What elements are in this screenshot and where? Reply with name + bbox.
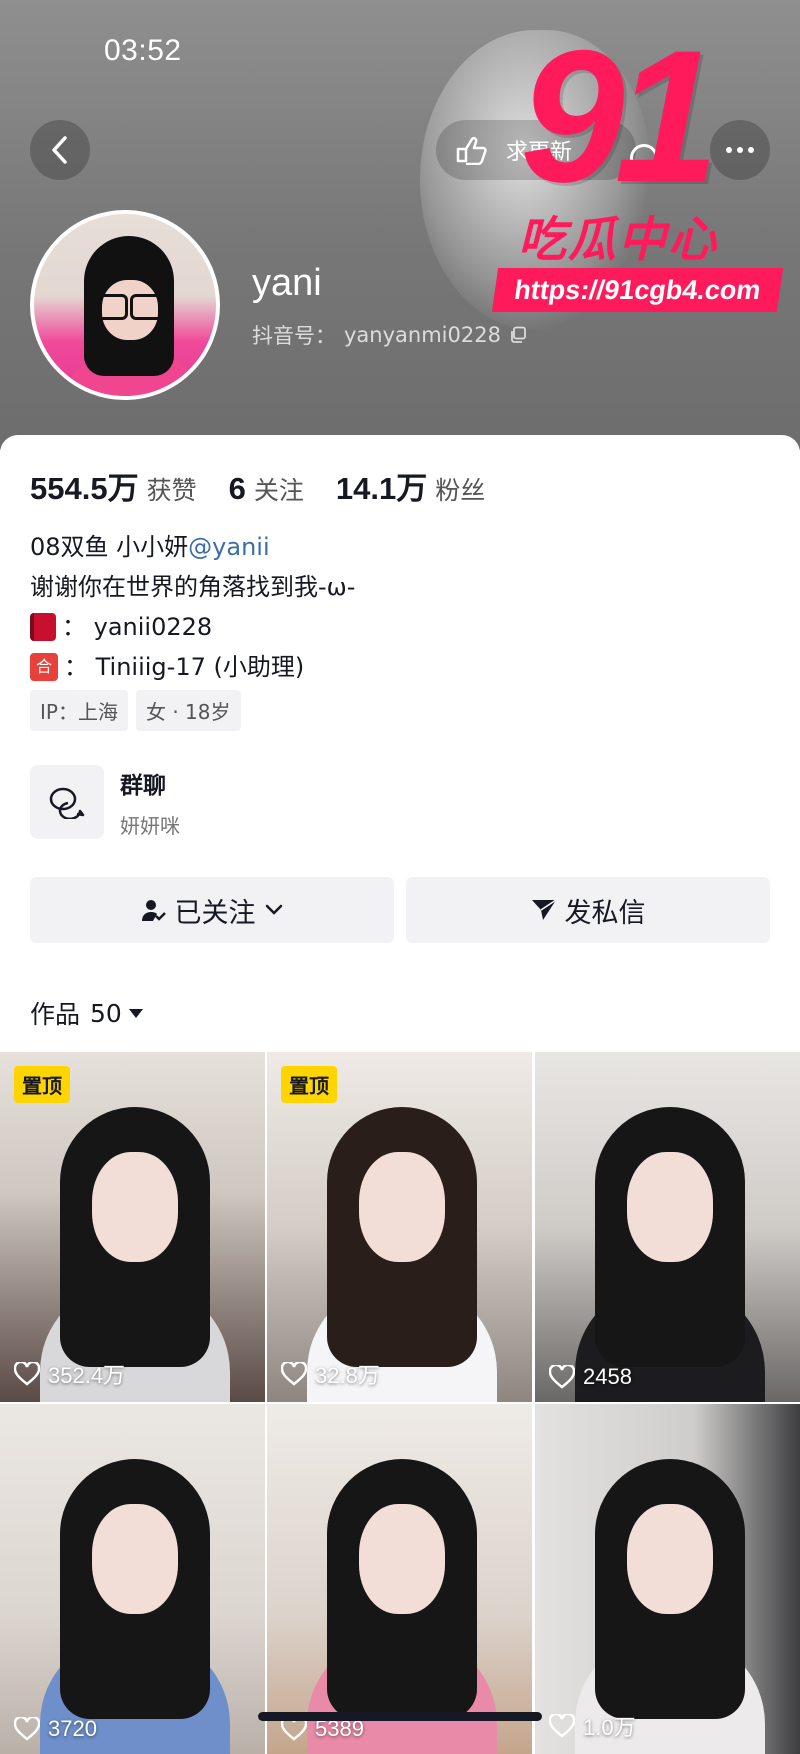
pinned-badge: 置顶 — [14, 1066, 70, 1103]
works-count: 50 — [90, 998, 122, 1028]
profile-nickname: yani — [252, 262, 322, 304]
chat-bubbles-icon — [30, 765, 104, 839]
profile-tags: IP：上海 女 · 18岁 — [30, 690, 241, 731]
video-likes: 1.0万 — [549, 1710, 636, 1742]
watermark-number: 91 — [520, 11, 719, 221]
stats-row: 554.5万 获赞 6 关注 14.1万 粉丝 — [30, 463, 517, 508]
avatar[interactable] — [30, 210, 220, 400]
following-label[interactable]: 关注 — [254, 471, 304, 507]
copy-icon[interactable] — [509, 326, 527, 344]
video-likes-count: 2458 — [583, 1364, 632, 1389]
pinned-badge: 置顶 — [281, 1066, 337, 1103]
red-book-icon — [30, 613, 56, 641]
caret-down-icon — [128, 1009, 143, 1018]
status-bar-time: 03:52 — [104, 34, 182, 67]
profile-card: 554.5万 获赞 6 关注 14.1万 粉丝 08双鱼 小小妍 @yanii … — [0, 435, 800, 1055]
video-likes: 352.4万 — [14, 1358, 125, 1390]
video-likes: 3720 — [14, 1716, 97, 1742]
bio-text: 08双鱼 小小妍 — [30, 533, 189, 561]
ip-location-tag: IP：上海 — [30, 690, 128, 731]
heart-icon — [549, 1714, 575, 1738]
gender-age-tag: 女 · 18岁 — [135, 690, 241, 731]
video-likes: 32.8万 — [281, 1358, 380, 1390]
bio: 08双鱼 小小妍 @yanii 谢谢你在世界的角落找到我-ω- ： yanii0… — [30, 527, 355, 687]
works-label: 作品 — [30, 1000, 81, 1029]
followers-label[interactable]: 粉丝 — [435, 471, 485, 507]
home-indicator[interactable] — [258, 1712, 542, 1721]
group-chat-entry[interactable]: 群聊 妍妍咪 — [30, 765, 180, 839]
video-thumbnail[interactable]: 5389 — [267, 1404, 532, 1754]
bio-line: 合 ： Tiniiig-17 (小助理) — [30, 647, 355, 687]
video-thumbnail[interactable]: 3720 — [0, 1404, 265, 1754]
bio-line: 08双鱼 小小妍 @yanii — [30, 527, 355, 567]
chevron-left-icon — [52, 136, 67, 164]
group-chat-subtitle: 妍妍咪 — [120, 813, 180, 838]
video-thumbnail[interactable]: 置顶 352.4万 — [0, 1052, 265, 1402]
douyin-id-row[interactable]: 抖音号： yanyanmi0228 — [252, 320, 527, 350]
following-button-label: 已关注 — [174, 897, 256, 929]
profile-header: 03:52 求更新 yani 抖音号： yanyanmi0228 91 吃瓜中心… — [0, 0, 800, 450]
video-thumbnail[interactable]: 2458 — [535, 1052, 800, 1402]
group-chat-title: 群聊 — [120, 772, 166, 799]
back-button[interactable] — [30, 120, 90, 180]
followers-count[interactable]: 14.1万 — [336, 463, 427, 508]
person-check-icon — [141, 900, 166, 921]
bio-text: ： Tiniiig-17 (小助理) — [64, 653, 305, 681]
video-likes-count: 352.4万 — [48, 1363, 126, 1388]
likes-count: 554.5万 — [30, 471, 139, 506]
chevron-down-icon — [265, 904, 282, 915]
bio-mention-link[interactable]: @yanii — [188, 527, 269, 567]
video-likes-count: 32.8万 — [315, 1363, 380, 1388]
watermark-title: 吃瓜中心 — [518, 212, 719, 268]
heart-icon — [14, 1362, 40, 1386]
bio-text: ： yanii0228 — [62, 613, 213, 641]
heart-icon — [549, 1365, 575, 1389]
collaboration-icon: 合 — [30, 653, 58, 681]
send-message-button[interactable]: 发私信 — [406, 877, 770, 943]
video-likes-count: 3720 — [48, 1716, 97, 1741]
douyin-id-label: 抖音号： — [252, 324, 336, 348]
watermark-url: https://91cgb4.com — [491, 268, 784, 312]
send-message-label: 发私信 — [564, 897, 646, 929]
heart-icon — [14, 1717, 40, 1741]
likes-label: 获赞 — [146, 477, 197, 505]
douyin-id-value: yanyanmi0228 — [344, 323, 501, 347]
heart-icon — [281, 1362, 307, 1386]
paper-plane-icon — [531, 899, 556, 920]
video-thumbnail[interactable]: 1.0万 — [535, 1404, 800, 1754]
bio-text: 谢谢你在世界的角落找到我-ω- — [30, 573, 356, 601]
watermark-logo: 91 吃瓜中心 https://91cgb4.com — [490, 11, 790, 312]
hand-point-icon — [456, 136, 487, 165]
following-count[interactable]: 6 — [229, 471, 246, 507]
video-likes: 2458 — [549, 1364, 632, 1390]
video-likes-count: 1.0万 — [583, 1715, 636, 1740]
following-button[interactable]: 已关注 — [30, 877, 394, 943]
works-tab[interactable]: 作品 50 — [30, 995, 144, 1031]
bio-line: 谢谢你在世界的角落找到我-ω- — [30, 567, 355, 607]
bio-line: ： yanii0228 — [30, 607, 355, 647]
video-thumbnail[interactable]: 置顶 32.8万 — [267, 1052, 532, 1402]
